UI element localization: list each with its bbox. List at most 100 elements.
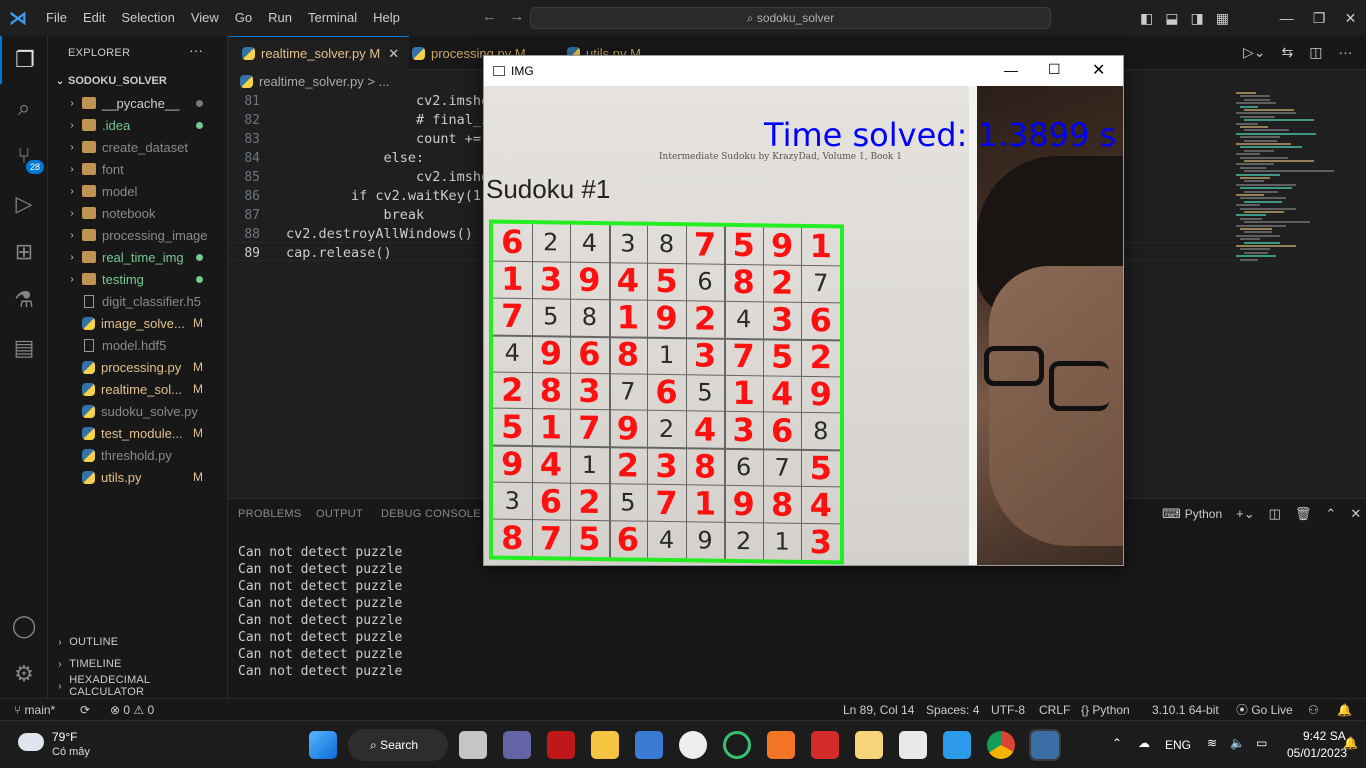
hex-calculator-section[interactable]: › HEXADECIMAL CALCULATOR <box>54 674 227 698</box>
wifi-icon[interactable]: ≋ <box>1207 736 1217 750</box>
timeline-section[interactable]: › TIMELINE <box>54 653 122 675</box>
menu-file[interactable]: File <box>38 0 75 36</box>
python-app-icon[interactable] <box>1029 729 1061 761</box>
remote-explorer-icon[interactable]: ▤ <box>0 324 48 372</box>
tree-item[interactable]: › .idea <box>48 114 227 136</box>
toggle-sidebar-icon[interactable]: ◧ <box>1140 10 1153 27</box>
restore-icon[interactable]: ❐ <box>1313 10 1326 27</box>
vscode-taskbar-icon[interactable] <box>943 731 971 759</box>
weather-desc[interactable]: Có mây <box>52 746 90 758</box>
go-live[interactable]: ⦿ Go Live <box>1236 699 1293 721</box>
code-line[interactable]: break <box>286 206 425 225</box>
toggle-secondary-sidebar-icon[interactable]: ◨ <box>1190 10 1203 27</box>
project-root[interactable]: ⌄ SODOKU_SOLVER <box>48 70 227 92</box>
menu-go[interactable]: Go <box>227 0 260 36</box>
settings-gear-icon[interactable]: ⚙ <box>0 650 48 698</box>
sync-icon[interactable]: ⟳ <box>80 699 90 721</box>
folder-app-icon[interactable] <box>855 731 883 759</box>
red-app-icon[interactable] <box>811 731 839 759</box>
code-line[interactable]: else: <box>286 149 425 168</box>
github-icon[interactable] <box>679 731 707 759</box>
tree-item[interactable]: › __pycache__ <box>48 92 227 114</box>
code-line[interactable]: count += 1 <box>286 130 497 149</box>
toggle-panel-icon[interactable]: ⬓ <box>1165 10 1178 27</box>
weather-cloud-icon[interactable] <box>18 733 44 751</box>
cursor-position[interactable]: Ln 89, Col 14 <box>843 699 914 721</box>
teams-icon[interactable] <box>503 731 531 759</box>
windows-start-icon[interactable] <box>309 731 337 759</box>
menu-terminal[interactable]: Terminal <box>300 0 365 36</box>
task-view-icon[interactable] <box>459 731 487 759</box>
tab-debug-console[interactable]: DEBUG CONSOLE <box>381 508 481 520</box>
kill-terminal-icon[interactable]: 🗑 <box>1295 506 1312 522</box>
close-icon[interactable]: ✕ <box>1345 10 1357 27</box>
taskbar-search[interactable]: ⌕ Search <box>348 729 448 761</box>
explorer-more-icon[interactable]: ··· <box>189 42 203 58</box>
tab-realtime-solver[interactable]: realtime_solver.py M ✕ <box>228 36 410 70</box>
compare-icon[interactable]: ⇆ <box>1282 44 1294 61</box>
code-line[interactable]: cap.release() <box>286 244 392 263</box>
minimap[interactable] <box>1232 92 1357 272</box>
microsoft-store-icon[interactable] <box>635 731 663 759</box>
forward-arrow-icon[interactable]: → <box>510 8 525 25</box>
explorer-icon[interactable]: ❐ <box>0 36 48 84</box>
tree-item[interactable]: sudoku_solve.py <box>48 400 227 422</box>
notification-bell-icon[interactable]: 🔔 <box>1343 736 1358 750</box>
tree-item[interactable]: test_module... M <box>48 422 227 444</box>
menu-run[interactable]: Run <box>260 0 300 36</box>
testing-icon[interactable]: ⚗ <box>0 276 48 324</box>
line-ending[interactable]: CRLF <box>1039 699 1070 721</box>
notifications-bell-icon[interactable]: 🔔 <box>1337 699 1352 721</box>
menu-view[interactable]: View <box>183 0 227 36</box>
run-file-icon[interactable]: ▷⌄ <box>1243 44 1266 61</box>
clock-date[interactable]: 05/01/2023 <box>1287 746 1347 760</box>
tree-item[interactable]: threshold.py <box>48 444 227 466</box>
code-line[interactable]: cv2.destroyAllWindows() <box>286 225 473 244</box>
extensions-icon[interactable]: ⊞ <box>0 228 48 276</box>
mcafee-icon[interactable] <box>547 731 575 759</box>
chrome-icon[interactable] <box>987 731 1015 759</box>
tree-item[interactable]: › real_time_img <box>48 246 227 268</box>
refresh-app-icon[interactable] <box>723 731 751 759</box>
img-maximize-icon[interactable]: ☐ <box>1048 61 1061 78</box>
battery-icon[interactable]: ▭ <box>1256 736 1267 750</box>
more-actions-icon[interactable]: ··· <box>1338 44 1352 61</box>
weather-temp[interactable]: 79°F <box>52 730 77 744</box>
menu-edit[interactable]: Edit <box>75 0 113 36</box>
tray-expand-icon[interactable]: ⌃ <box>1112 736 1122 750</box>
terminal-name[interactable]: Python <box>1185 507 1222 521</box>
language-indicator[interactable]: ENG <box>1165 738 1191 752</box>
minimize-icon[interactable]: — <box>1280 10 1294 26</box>
jupyter-icon[interactable] <box>767 731 795 759</box>
tree-item[interactable]: › testimg <box>48 268 227 290</box>
tab-output[interactable]: OUTPUT <box>316 508 363 520</box>
search-icon[interactable]: ⌕ <box>0 84 48 132</box>
img-close-icon[interactable]: ✕ <box>1092 60 1105 80</box>
cloud-tray-icon[interactable]: ☁ <box>1138 736 1150 750</box>
close-panel-icon[interactable]: ✕ <box>1350 506 1361 522</box>
customize-layout-icon[interactable]: ▦ <box>1216 10 1229 27</box>
python-interpreter[interactable]: 3.10.1 64-bit <box>1152 699 1219 721</box>
breadcrumb-file[interactable]: realtime_solver.py <box>259 74 364 89</box>
tree-item[interactable]: › model <box>48 180 227 202</box>
tree-item[interactable]: processing.py M <box>48 356 227 378</box>
tab-problems[interactable]: PROBLEMS <box>238 508 302 520</box>
menu-selection[interactable]: Selection <box>113 0 182 36</box>
account-icon[interactable]: ◯ <box>0 602 48 650</box>
split-terminal-icon[interactable]: ◫ <box>1269 506 1281 522</box>
tree-item[interactable]: › notebook <box>48 202 227 224</box>
branch-status[interactable]: ⑂ main* <box>14 699 55 721</box>
outline-section[interactable]: › OUTLINE <box>54 631 118 653</box>
menu-help[interactable]: Help <box>365 0 408 36</box>
language-mode[interactable]: {} Python <box>1081 699 1130 721</box>
file-explorer-icon[interactable] <box>591 731 619 759</box>
volume-icon[interactable]: 🔈 <box>1230 736 1245 750</box>
run-debug-icon[interactable]: ▷ <box>0 180 48 228</box>
split-editor-icon[interactable]: ◫ <box>1309 44 1322 61</box>
tree-item[interactable]: digit_classifier.h5 <box>48 290 227 312</box>
maximize-panel-icon[interactable]: ⌃ <box>1325 506 1336 522</box>
accounts-icon[interactable]: ⚇ <box>1308 699 1319 721</box>
tree-item[interactable]: › create_dataset <box>48 136 227 158</box>
back-arrow-icon[interactable]: ← <box>482 8 497 25</box>
indentation[interactable]: Spaces: 4 <box>926 699 979 721</box>
